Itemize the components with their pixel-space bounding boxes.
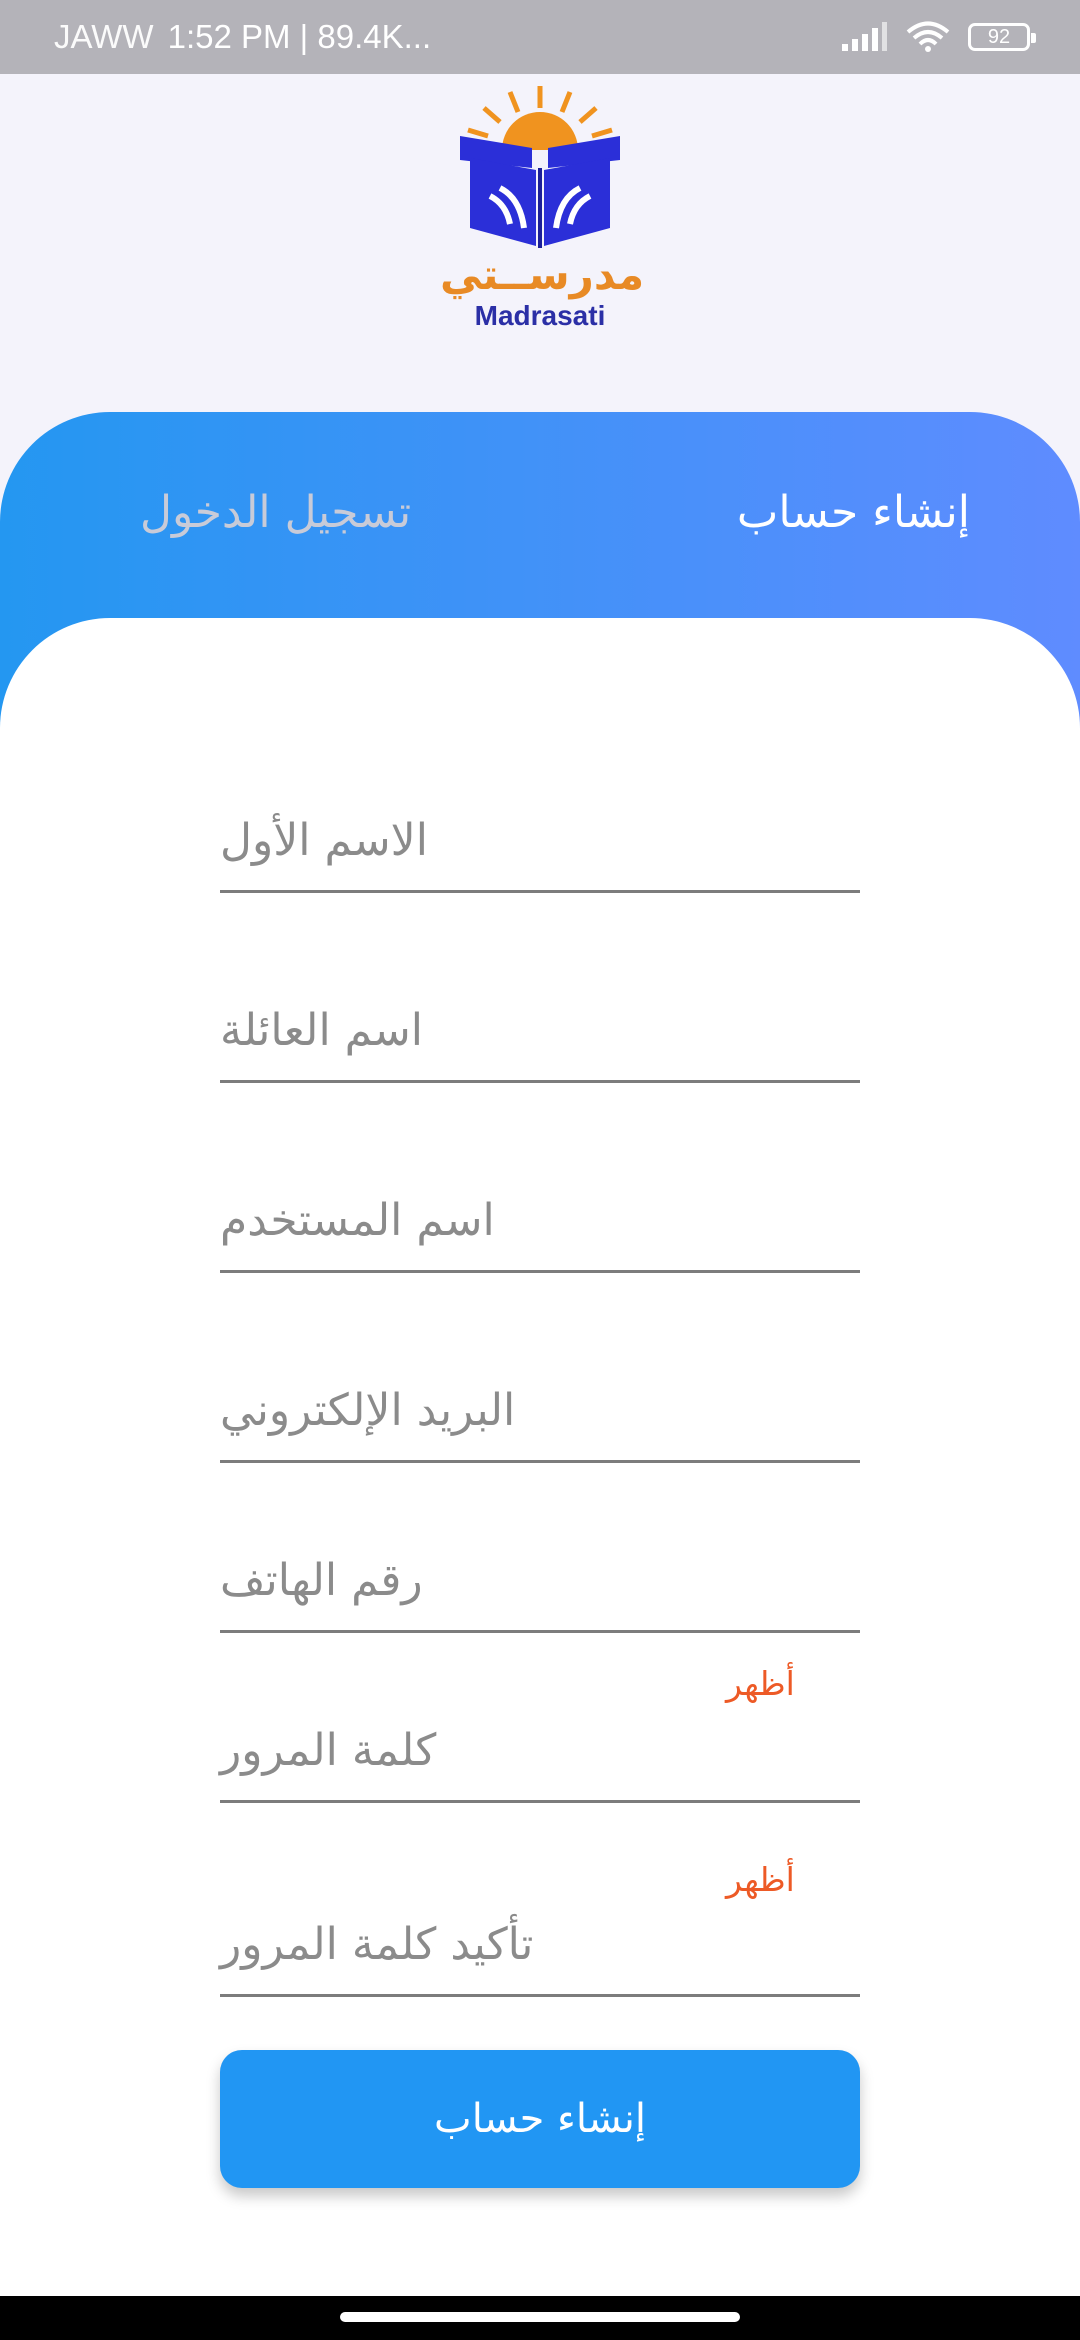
madrasati-logo: مدرســتي Madrasati [440, 78, 645, 340]
create-account-button[interactable]: إنشاء حساب [220, 2050, 860, 2188]
wifi-icon [906, 21, 950, 52]
carrier-label: JAWW [54, 18, 154, 55]
battery-level: 92 [987, 25, 1011, 48]
book-sun-logo-icon [460, 86, 620, 248]
tab-signup[interactable]: إنشاء حساب [737, 462, 970, 562]
show-confirm-password-toggle[interactable]: أظهر [726, 1860, 795, 1899]
username-input[interactable] [220, 1176, 864, 1248]
password-input[interactable] [220, 1706, 864, 1778]
username-field[interactable]: اسم المستخدم [220, 1150, 864, 1273]
battery-icon: 92 [968, 23, 1036, 51]
email-input[interactable] [220, 1366, 864, 1438]
email-field[interactable]: البريد الإلكتروني [220, 1340, 864, 1463]
signal-icon [842, 22, 887, 51]
confirm-password-field[interactable]: تأكيد كلمة المرور [220, 1884, 864, 1997]
first-name-input[interactable] [220, 796, 864, 868]
logo-arabic-text: مدرســتي [440, 250, 645, 299]
last-name-input[interactable] [220, 986, 864, 1058]
show-password-toggle[interactable]: أظهر [726, 1664, 795, 1703]
confirm-password-input[interactable] [220, 1900, 864, 1972]
tab-login[interactable]: تسجيل الدخول [140, 462, 411, 562]
phone-field[interactable]: رقم الهاتف [220, 1520, 864, 1633]
status-left: JAWW 1:52 PM | 89.4K... [54, 0, 431, 74]
first-name-field[interactable]: الاسم الأول [220, 770, 864, 893]
status-right: 92 [840, 0, 1036, 74]
system-nav-bar [0, 2296, 1080, 2340]
phone-input[interactable] [220, 1536, 864, 1608]
logo-latin-text: Madrasati [474, 300, 606, 331]
status-bar: JAWW 1:52 PM | 89.4K... 92 [0, 0, 1080, 74]
last-name-field[interactable]: اسم العائلة [220, 960, 864, 1083]
home-indicator[interactable] [340, 2312, 740, 2322]
password-field[interactable]: كلمة المرور [220, 1690, 864, 1803]
status-time: 1:52 PM | 89.4K... [167, 18, 432, 55]
